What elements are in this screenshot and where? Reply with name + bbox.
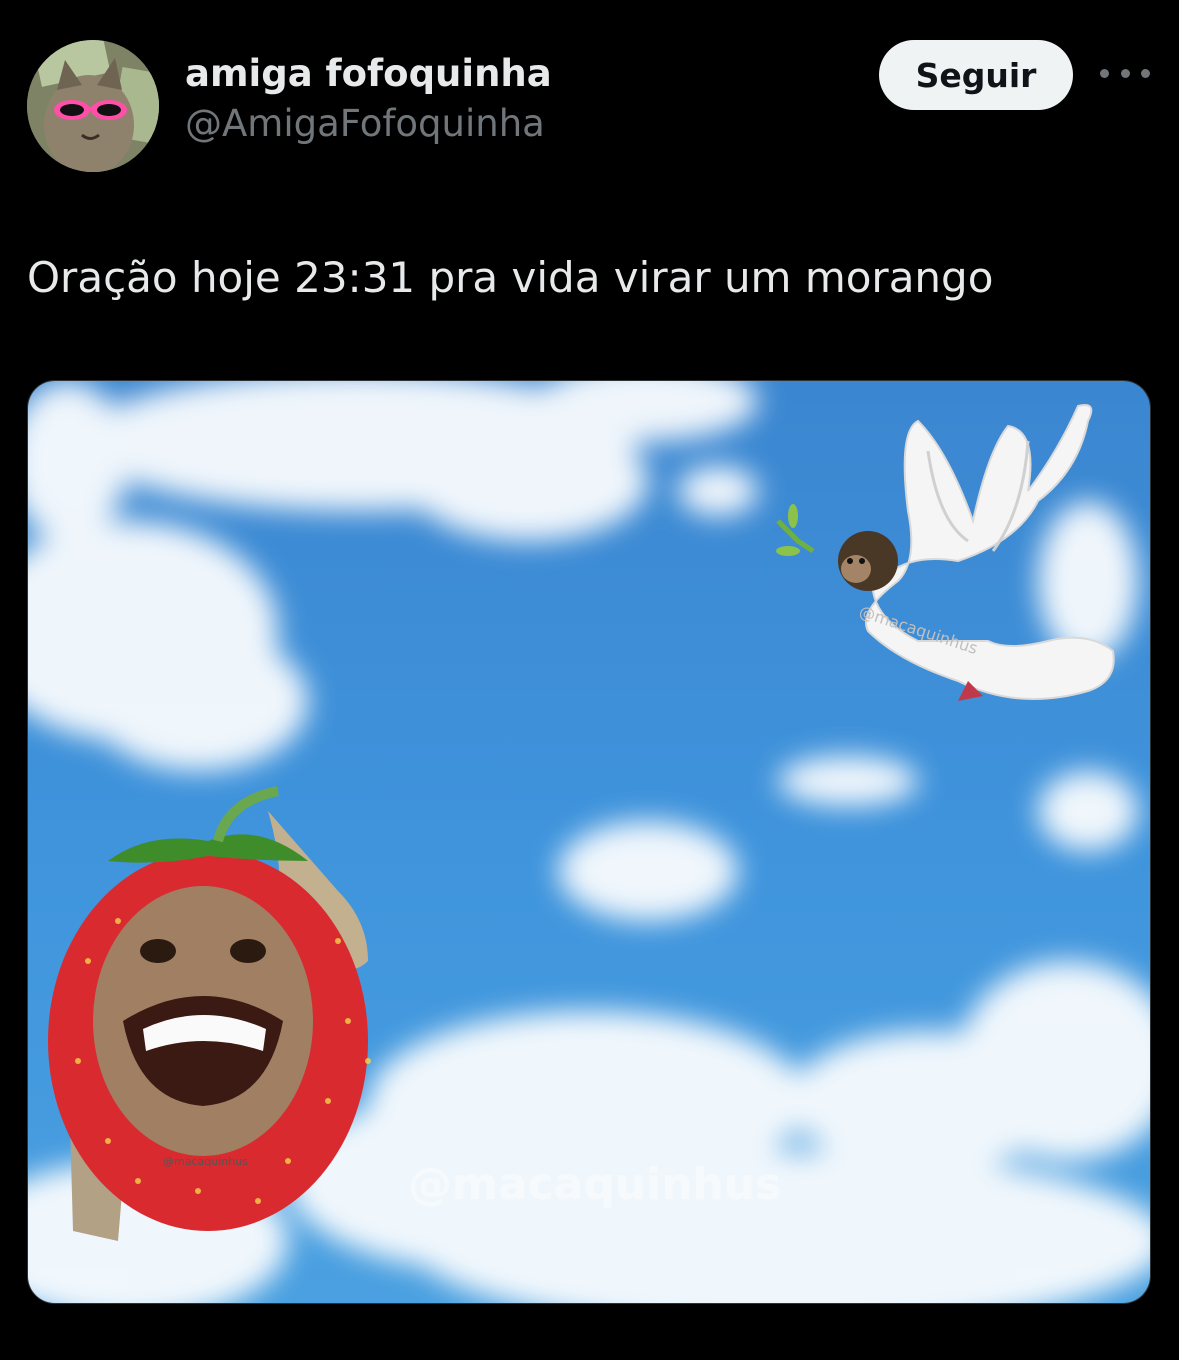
tweet-header: amiga fofoquinha @AmigaFofoquinha Seguir [0, 0, 1179, 200]
more-options-button[interactable] [1100, 58, 1150, 88]
tweet-text: Oração hoje 23:31 pra vida virar um mora… [27, 253, 994, 302]
author-display-name[interactable]: amiga fofoquinha [185, 52, 552, 96]
ellipsis-icon [1120, 68, 1130, 78]
main-watermark: @macaquinhus [408, 1159, 781, 1210]
strawberry-watermark: @macaquinhus [163, 1155, 248, 1168]
follow-button[interactable]: Seguir [879, 40, 1073, 110]
ellipsis-icon [1141, 68, 1150, 78]
sky-scene-image: @macaquinhus @macaquinhus @macaquinhus [28, 381, 1150, 1303]
ellipsis-icon [1100, 68, 1109, 78]
author-handle[interactable]: @AmigaFofoquinha [185, 102, 552, 146]
cat-avatar-icon [27, 40, 159, 172]
tweet-media-image[interactable]: @macaquinhus @macaquinhus @macaquinhus [27, 380, 1151, 1304]
avatar[interactable] [27, 40, 159, 172]
